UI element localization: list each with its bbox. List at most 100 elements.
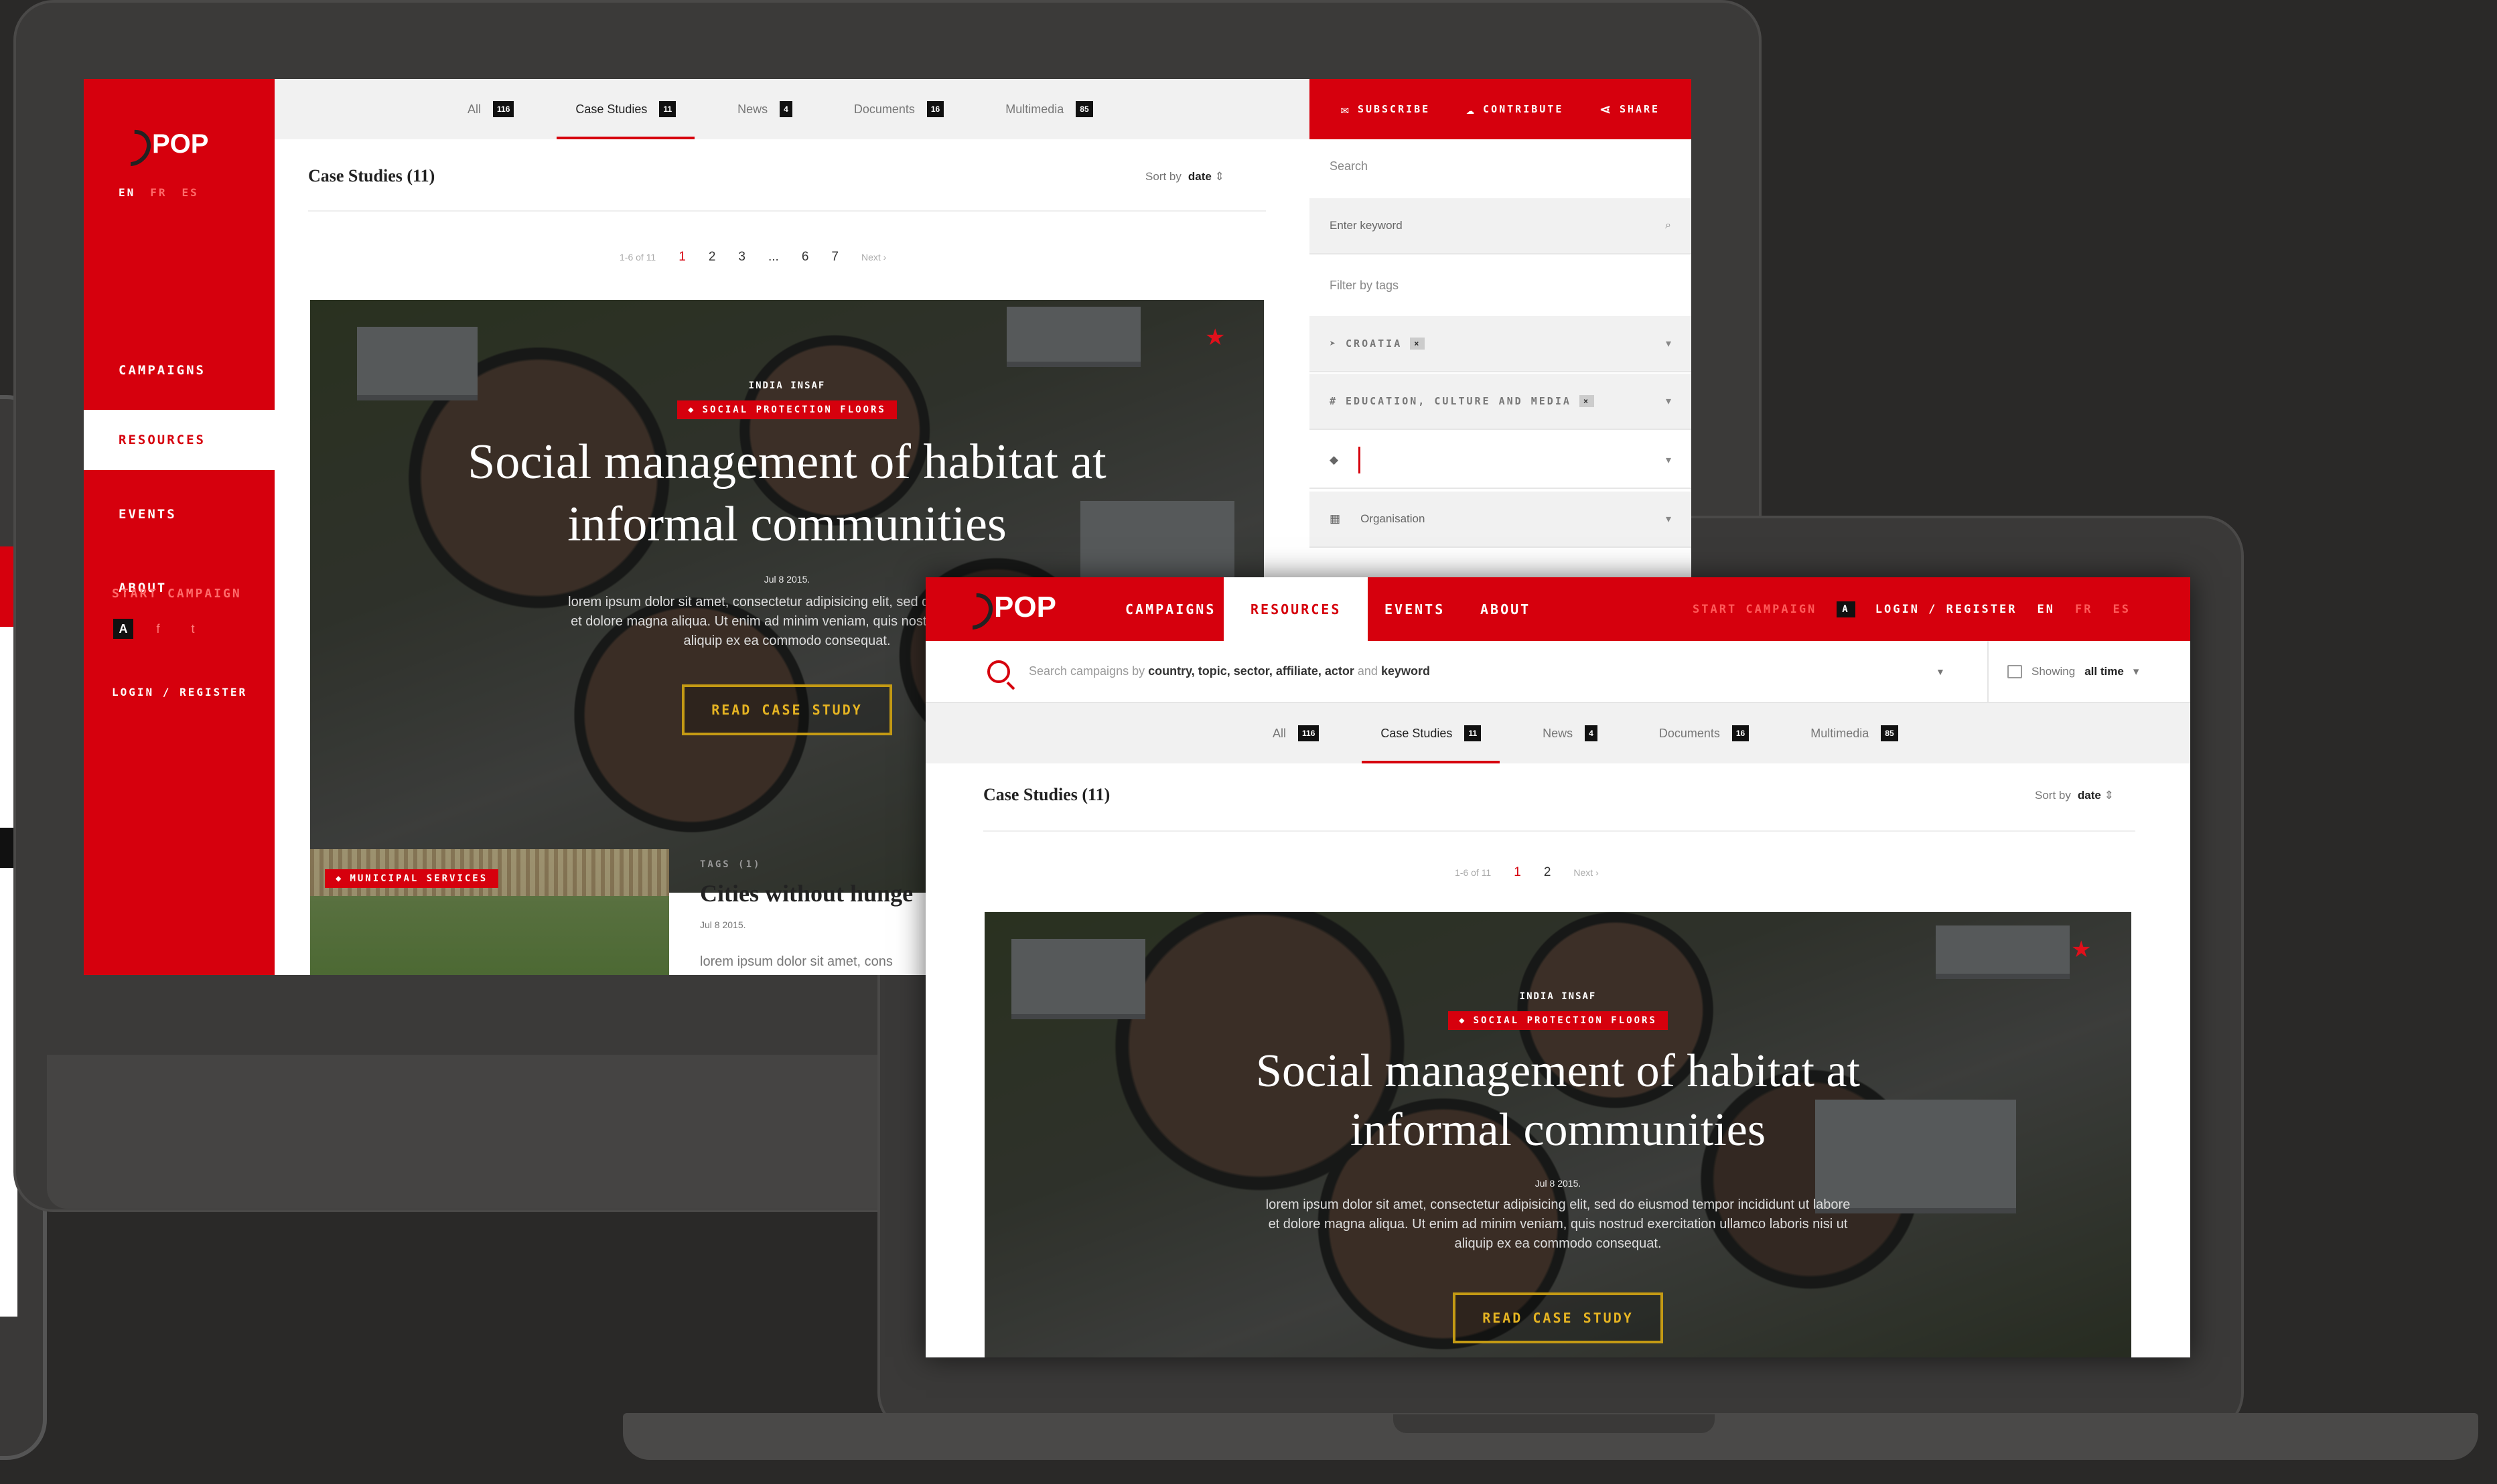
location-icon: ➤ xyxy=(1330,338,1338,350)
login-register-link[interactable]: LOGIN / REGISTER xyxy=(1875,603,2017,616)
tab-label: Case Studies xyxy=(575,102,648,116)
organisation-filter-select[interactable]: ▦ Organisation ▾ xyxy=(1309,492,1691,548)
tab-news[interactable]: News 4 xyxy=(719,79,811,139)
login-register-link[interactable]: LOGIN / REGISTER xyxy=(112,686,247,698)
share-button[interactable]: ⋖ SHARE xyxy=(1599,101,1660,117)
pagination: 1-6 of 11 1 2 3 ... 6 7 Next › xyxy=(620,250,886,265)
next-page-link[interactable]: Next › xyxy=(1573,867,1598,878)
sort-value: date xyxy=(1188,170,1212,183)
sidebar-item-campaigns[interactable]: CAMPAIGNS xyxy=(84,340,275,400)
facebook-icon[interactable]: f xyxy=(148,619,168,639)
tab-documents[interactable]: Documents 16 xyxy=(835,79,962,139)
accessibility-icon[interactable]: A xyxy=(113,619,133,639)
lang-en[interactable]: EN xyxy=(119,186,135,199)
sort-label: Sort by xyxy=(2035,789,2071,802)
search-icon xyxy=(987,660,1010,683)
sort-control[interactable]: Sort by date ⇕ xyxy=(2035,789,2114,802)
keyword-search-input[interactable]: Enter keyword ⌕ xyxy=(1309,198,1691,254)
tab-documents[interactable]: Documents 16 xyxy=(1640,703,1768,763)
bookmark-star-icon[interactable]: ★ xyxy=(1205,324,1225,351)
campaign-search-bar[interactable]: Search campaigns by country, topic, sect… xyxy=(926,641,2190,703)
lang-en[interactable]: EN xyxy=(2038,603,2055,616)
hero-content: INDIA INSAF ◆ SOCIAL PROTECTION FLOORS So… xyxy=(985,991,2131,1343)
search-icon[interactable]: ⌕ xyxy=(1665,220,1671,232)
pop-logo-icon xyxy=(958,589,983,625)
sort-control[interactable]: Sort by date ⇕ xyxy=(1145,170,1224,183)
logo[interactable]: POP xyxy=(116,126,208,162)
page-title: Case Studies (11) xyxy=(983,785,1111,804)
laptop-screen: POP CAMPAIGNS RESOURCES EVENTS ABOUT STA… xyxy=(926,577,2190,1357)
category-badge[interactable]: ◆ SOCIAL PROTECTION FLOORS xyxy=(677,400,897,419)
calendar-icon xyxy=(2007,664,2022,678)
placeholder-keyword: keyword xyxy=(1380,664,1430,678)
chevron-down-icon: ▾ xyxy=(1665,396,1671,407)
count-badge: 4 xyxy=(1585,725,1597,741)
start-campaign-link[interactable]: START CAMPAIGN xyxy=(1693,603,1816,616)
page-link[interactable]: 1 xyxy=(1514,865,1521,880)
lang-fr[interactable]: FR xyxy=(2075,603,2092,616)
read-case-study-button[interactable]: READ CASE STUDY xyxy=(682,684,892,735)
nav-campaigns[interactable]: CAMPAIGNS xyxy=(1098,577,1242,641)
page-link[interactable]: 1 xyxy=(679,250,686,265)
category-badge[interactable]: ◆ SOCIAL PROTECTION FLOORS xyxy=(1448,1011,1668,1030)
tab-label: Case Studies xyxy=(1380,726,1453,740)
share-icon: ⋖ xyxy=(1599,101,1613,117)
page-link[interactable]: 2 xyxy=(709,250,716,265)
card-title[interactable]: Cities without hunge xyxy=(700,879,913,907)
tab-news[interactable]: News 4 xyxy=(1524,703,1616,763)
time-value: all time xyxy=(2084,664,2124,678)
tab-all[interactable]: All 116 xyxy=(449,79,532,139)
twitter-icon[interactable]: t xyxy=(183,619,203,639)
category-label: MUNICIPAL SERVICES xyxy=(350,873,488,884)
count-badge: 16 xyxy=(1731,725,1750,741)
category-label: SOCIAL PROTECTION FLOORS xyxy=(1473,1015,1657,1026)
next-page-link[interactable]: Next › xyxy=(861,252,886,263)
read-case-study-button[interactable]: READ CASE STUDY xyxy=(1453,1292,1663,1343)
lang-es[interactable]: ES xyxy=(182,186,199,199)
hero-title[interactable]: Social management of habitat at informal … xyxy=(310,431,1264,555)
chevron-down-icon[interactable]: ▼ xyxy=(1936,666,1945,677)
sort-value: date xyxy=(2077,789,2101,802)
page-link[interactable]: 7 xyxy=(831,250,839,265)
page-link[interactable]: 3 xyxy=(738,250,745,265)
tab-multimedia[interactable]: Multimedia 85 xyxy=(987,79,1111,139)
featured-case-study[interactable]: ★ INDIA INSAF ◆ SOCIAL PROTECTION FLOORS … xyxy=(985,912,2131,1357)
subscribe-button[interactable]: ✉ SUBSCRIBE xyxy=(1341,101,1430,117)
remove-chip-icon[interactable]: × xyxy=(1410,338,1425,350)
time-range-select[interactable]: Showing all time ▾ xyxy=(2007,664,2139,678)
tab-case-studies[interactable]: Case Studies 11 xyxy=(557,79,695,139)
chevron-down-icon: ▾ xyxy=(2133,664,2139,678)
tag-filter-input[interactable]: ◆ ▾ xyxy=(1309,433,1691,489)
topic-filter-select[interactable]: # EDUCATION, CULTURE AND MEDIA × ▾ xyxy=(1309,374,1691,430)
category-badge[interactable]: ◆ MUNICIPAL SERVICES xyxy=(325,869,499,888)
tab-label: All xyxy=(468,102,482,116)
action-label: SHARE xyxy=(1619,103,1660,115)
start-campaign-link[interactable]: START CAMPAIGN xyxy=(112,587,242,601)
sidebar-item-resources[interactable]: RESOURCES xyxy=(84,410,275,470)
nav-resources[interactable]: RESOURCES xyxy=(1224,577,1368,641)
sidebar-item-events[interactable]: EVENTS xyxy=(84,484,275,544)
remove-chip-icon[interactable]: × xyxy=(1579,395,1595,407)
bookmark-star-icon[interactable]: ★ xyxy=(2071,936,2091,963)
lang-es[interactable]: ES xyxy=(2113,603,2130,616)
case-study-thumbnail[interactable]: ◆ MUNICIPAL SERVICES xyxy=(310,849,669,975)
count-badge: 11 xyxy=(659,101,676,117)
tab-multimedia[interactable]: Multimedia 85 xyxy=(1792,703,1916,763)
nav-about[interactable]: ABOUT xyxy=(1453,577,1557,641)
page-link[interactable]: 2 xyxy=(1544,865,1551,880)
accessibility-icon[interactable]: A xyxy=(1837,601,1855,617)
lang-fr[interactable]: FR xyxy=(150,186,167,199)
count-badge: 85 xyxy=(1076,101,1093,117)
resource-tabs: All 116 Case Studies 11 News 4 Documents 16 … xyxy=(926,703,2190,763)
logo[interactable]: POP xyxy=(958,589,1056,625)
tab-all[interactable]: All 116 xyxy=(1254,703,1338,763)
excerpt-line: lorem ipsum dolor sit amet, consectetur … xyxy=(1265,1197,1851,1212)
keyword-placeholder: Enter keyword xyxy=(1330,219,1403,232)
hero-title[interactable]: Social management of habitat at informal … xyxy=(985,1042,2131,1159)
country-filter-select[interactable]: ➤ CROATIA × ▾ xyxy=(1309,316,1691,372)
page-link[interactable]: 6 xyxy=(802,250,809,265)
tab-case-studies[interactable]: Case Studies 11 xyxy=(1362,703,1500,763)
language-switcher: EN FR ES xyxy=(119,186,199,199)
contribute-button[interactable]: ☁ CONTRIBUTE xyxy=(1466,101,1563,117)
tab-label: Multimedia xyxy=(1810,726,1869,740)
